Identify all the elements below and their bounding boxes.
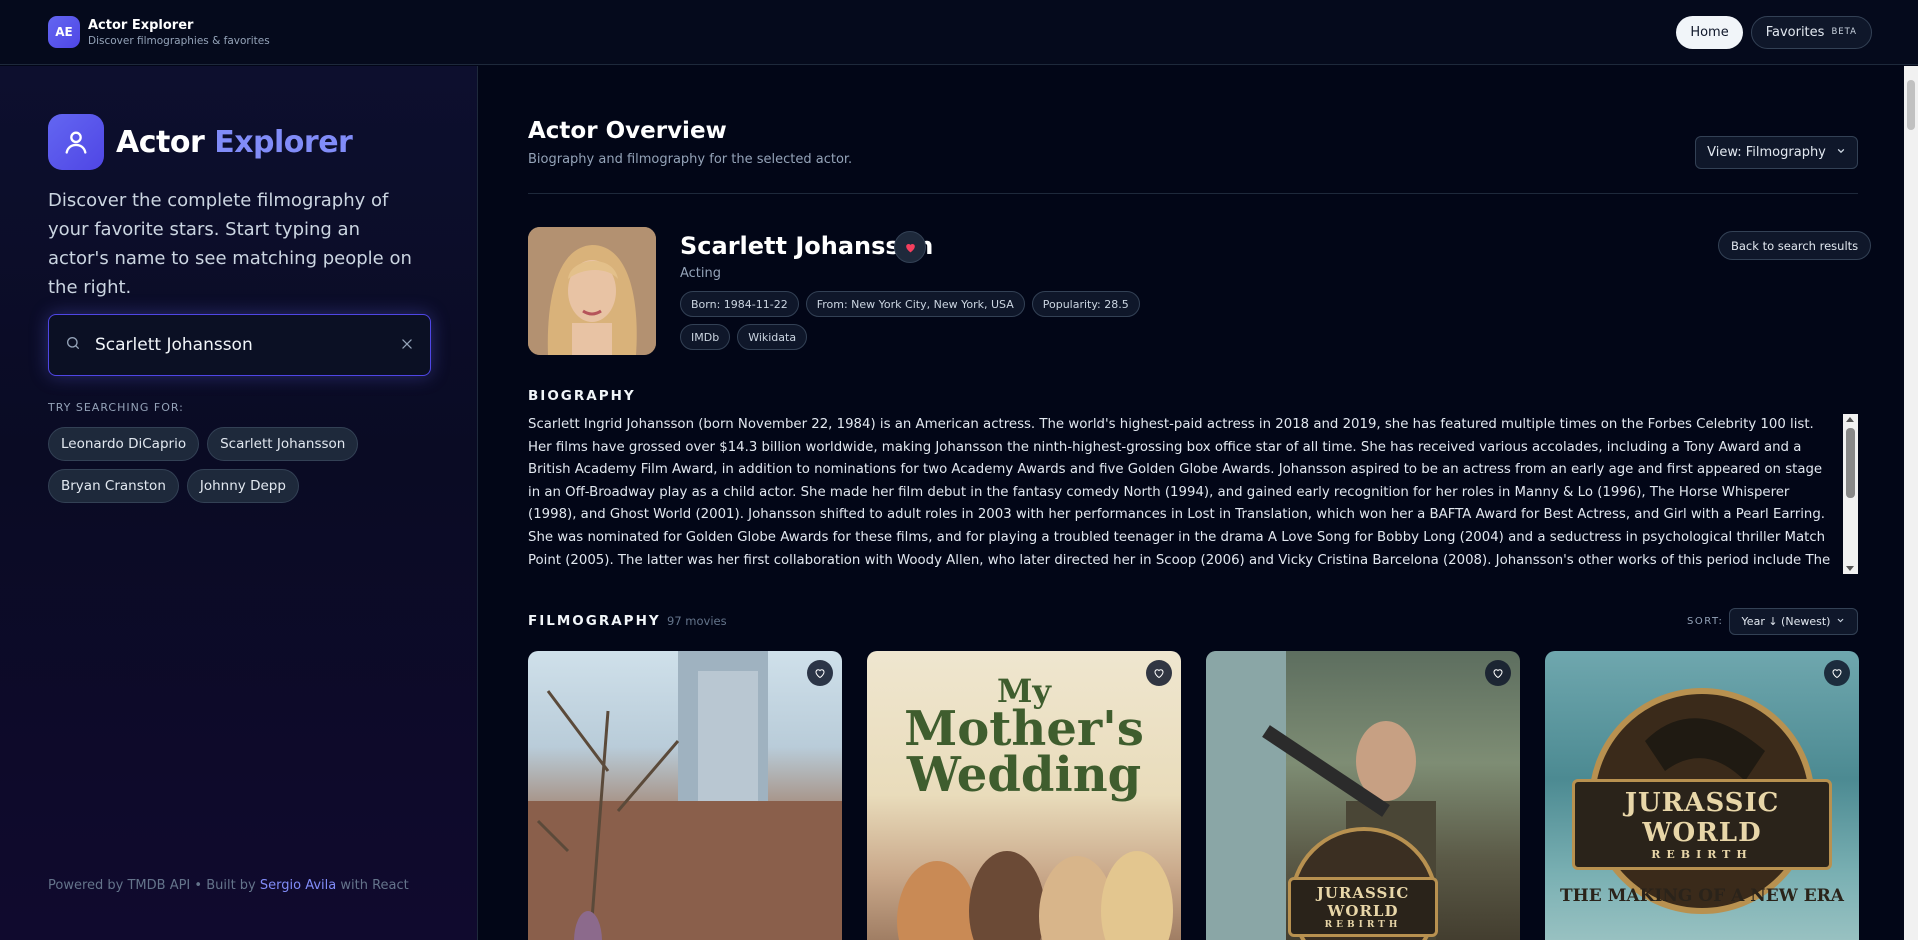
footer-suffix: with React xyxy=(340,878,409,893)
search-input[interactable] xyxy=(95,335,386,355)
sidebar-title: Actor Explorer xyxy=(116,124,353,160)
poster-title-line: Wedding xyxy=(906,747,1142,803)
favorite-heart-icon[interactable] xyxy=(894,231,926,263)
suggestion-chips: Leonardo DiCaprio Scarlett Johansson Bry… xyxy=(48,427,428,503)
page-scrollbar[interactable] xyxy=(1904,66,1918,940)
view-select[interactable]: View: Filmography xyxy=(1695,136,1858,169)
poster-subtitle-line: REBIRTH xyxy=(1651,848,1753,861)
page-title: Actor Overview xyxy=(528,118,727,144)
page-subtitle: Biography and filmography for the select… xyxy=(528,152,853,167)
search-box xyxy=(48,314,431,376)
movie-card[interactable]: My Mother's Wedding xyxy=(867,651,1181,940)
view-select-value: View: Filmography xyxy=(1707,145,1826,160)
biography-text: Scarlett Ingrid Johansson (born November… xyxy=(528,417,1831,568)
nav-home-button[interactable]: Home xyxy=(1676,15,1743,49)
scroll-down-arrow-icon[interactable] xyxy=(1846,566,1854,571)
wikidata-link[interactable]: Wikidata xyxy=(737,324,808,350)
poster-title-line: JURASSIC WORLD xyxy=(1316,884,1410,920)
brand-title: Actor Explorer xyxy=(88,17,194,33)
movie-grid: My Mother's Wedding JURASSIC WORLD REBIR… xyxy=(528,651,1859,940)
scroll-up-arrow-icon[interactable] xyxy=(1846,417,1854,422)
search-icon xyxy=(65,335,81,355)
movie-card[interactable]: JURASSIC WORLD REBIRTH xyxy=(1206,651,1520,940)
movie-count: 97 movies xyxy=(667,614,727,628)
born-pill: Born: 1984-11-22 xyxy=(680,291,799,317)
suggestion-chip[interactable]: Scarlett Johansson xyxy=(207,427,359,461)
sidebar: Actor Explorer Discover the complete fil… xyxy=(0,66,478,940)
movie-poster xyxy=(528,651,842,940)
biography-heading: BIOGRAPHY xyxy=(528,388,636,404)
brand-logo: AE xyxy=(48,16,80,48)
top-bar: AE Actor Explorer Discover filmographies… xyxy=(0,0,1918,65)
sort-select-value: Year ↓ (Newest) xyxy=(1741,615,1831,628)
actor-portrait xyxy=(528,227,656,355)
poster-artwork xyxy=(897,851,1173,940)
actor-department: Acting xyxy=(680,266,722,281)
chevron-down-icon xyxy=(1836,145,1846,160)
nav-favorites-label: Favorites xyxy=(1765,24,1825,40)
sidebar-header: Actor Explorer xyxy=(48,114,353,170)
movie-card[interactable]: JURASSIC WORLD REBIRTH THE MAKING OF A N… xyxy=(1545,651,1859,940)
external-links: IMDb Wikidata xyxy=(680,324,808,350)
suggestion-chip[interactable]: Leonardo DiCaprio xyxy=(48,427,200,461)
birthplace-pill: From: New York City, New York, USA xyxy=(805,291,1025,317)
poster-tagline: THE MAKING OF A NEW ERA xyxy=(1560,886,1844,906)
clear-search-icon[interactable] xyxy=(400,336,414,355)
actor-facts: Born: 1984-11-22 From: New York City, Ne… xyxy=(680,291,1140,317)
sidebar-description: Discover the complete filmography of you… xyxy=(48,190,412,298)
beta-badge: BETA xyxy=(1831,27,1857,37)
page-scroll-thumb[interactable] xyxy=(1907,80,1915,130)
favorite-heart-icon[interactable] xyxy=(1485,660,1511,686)
poster-title-line: JURASSIC WORLD xyxy=(1624,788,1780,848)
poster-title-badge: JURASSIC WORLD REBIRTH xyxy=(1288,877,1438,937)
imdb-link[interactable]: IMDb xyxy=(680,324,731,350)
footer-author-link[interactable]: Sergio Avila xyxy=(260,878,336,893)
biography-panel[interactable]: Scarlett Ingrid Johansson (born November… xyxy=(528,414,1858,574)
person-icon xyxy=(48,114,104,170)
poster-subtitle-line: REBIRTH xyxy=(1324,920,1402,930)
scroll-thumb[interactable] xyxy=(1846,428,1855,498)
brand[interactable]: AE Actor Explorer Discover filmographies… xyxy=(48,16,270,48)
sort-label: SORT: xyxy=(1687,616,1724,627)
main-content: Actor Overview Biography and filmography… xyxy=(479,66,1904,940)
brand-subtitle: Discover filmographies & favorites xyxy=(88,34,270,47)
sidebar-title-part2: Explorer xyxy=(214,124,353,160)
sidebar-footer: Powered by TMDB API • Built by Sergio Av… xyxy=(48,878,409,893)
suggestion-chip[interactable]: Johnny Depp xyxy=(186,469,299,503)
chevron-down-icon xyxy=(1836,615,1845,628)
nav-favorites-button[interactable]: Favorites BETA xyxy=(1750,15,1872,49)
favorite-heart-icon[interactable] xyxy=(807,660,833,686)
sort-select[interactable]: Year ↓ (Newest) xyxy=(1729,608,1858,635)
poster-title-badge: JURASSIC WORLD REBIRTH xyxy=(1572,779,1832,870)
popularity-pill: Popularity: 28.5 xyxy=(1031,291,1140,317)
favorite-heart-icon[interactable] xyxy=(1824,660,1850,686)
footer-prefix: Powered by TMDB API • Built by xyxy=(48,878,256,893)
movie-card[interactable] xyxy=(528,651,842,940)
try-searching-label: TRY SEARCHING FOR: xyxy=(48,401,184,414)
sidebar-title-part1: Actor xyxy=(116,124,205,160)
suggestion-chip[interactable]: Bryan Cranston xyxy=(48,469,179,503)
main-nav: Home Favorites BETA xyxy=(1676,15,1872,49)
biography-scrollbar[interactable] xyxy=(1843,414,1858,574)
back-to-results-button[interactable]: Back to search results xyxy=(1718,231,1872,260)
poster-title-line: Mother's xyxy=(904,701,1144,757)
filmography-heading: FILMOGRAPHY xyxy=(528,613,661,629)
divider xyxy=(528,193,1858,194)
favorite-heart-icon[interactable] xyxy=(1146,660,1172,686)
